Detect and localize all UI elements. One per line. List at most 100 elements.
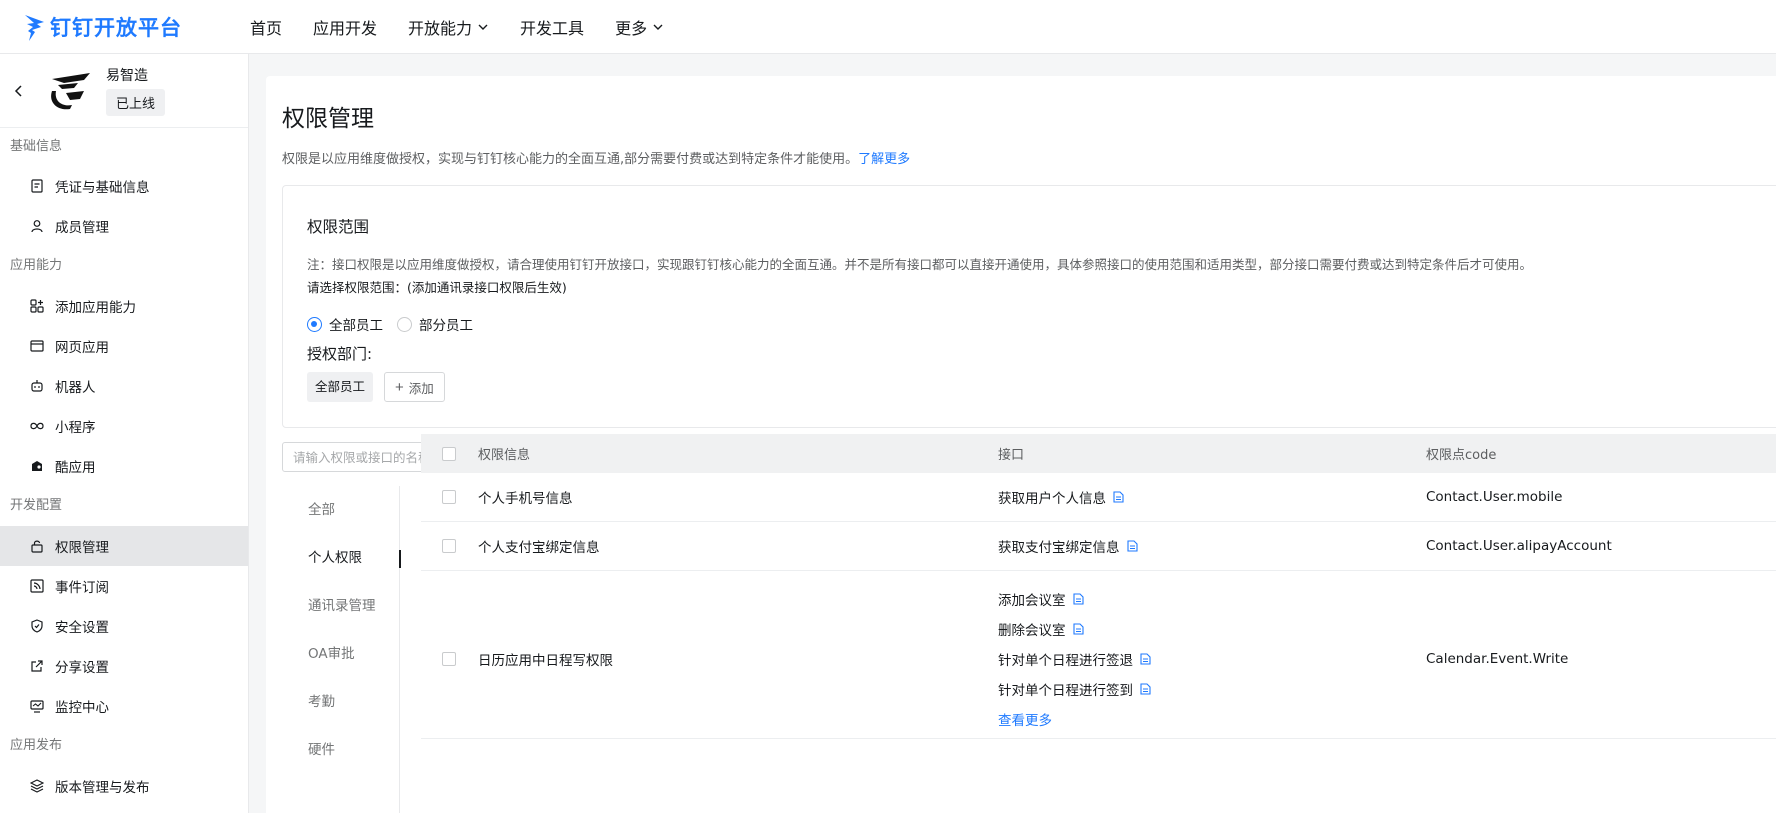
header-checkbox-cell	[421, 446, 477, 461]
api-name: 添加会议室	[998, 592, 1066, 609]
sidebar-item-label: 成员管理	[55, 220, 109, 236]
sidebar-item-label: 权限管理	[55, 540, 109, 556]
sidebar-group-title: 应用发布	[10, 738, 63, 753]
doc-link-icon[interactable]	[1126, 540, 1138, 552]
nav-home-label: 首页	[250, 18, 283, 38]
sidebar-item-label: 机器人	[55, 380, 96, 396]
doc-link-icon[interactable]	[1140, 682, 1151, 695]
radio-label: 部分员工	[419, 318, 473, 334]
nav-open-capability[interactable]: 开放能力	[408, 15, 489, 39]
api-item: 获取用户个人信息	[998, 482, 1426, 512]
main-content: 权限管理 权限是以应用维度做授权，实现与钉钉核心能力的全面互通,部分需要付费或达…	[266, 76, 1776, 813]
chevron-down-icon	[653, 24, 663, 30]
category-hardware[interactable]: 硬件	[282, 726, 399, 774]
dingtalk-logo[interactable]: 钉钉开放平台	[24, 12, 224, 42]
scope-radio-group: 全部员工 部分员工	[307, 314, 487, 334]
sidebar-item-release[interactable]: 版本管理与发布	[0, 766, 248, 806]
row-api-cell: 获取支付宝绑定信息	[998, 531, 1426, 561]
api-item: 删除会议室	[998, 614, 1426, 644]
grid-plus-icon	[30, 299, 44, 313]
category-attendance[interactable]: 考勤	[282, 678, 399, 726]
radio-partial-employees[interactable]: 部分员工	[397, 314, 473, 334]
row-api-cell: 添加会议室 删除会议室 针对单个日程进行签退 针对单个日程进行签到 查看更多	[998, 584, 1426, 734]
app-name: 易智造	[106, 68, 148, 84]
row-info: 个人支付宝绑定信息	[478, 540, 600, 556]
row-code: Calendar.Event.Write	[1426, 650, 1569, 667]
sidebar-group-title: 基础信息	[10, 139, 63, 154]
table-header: 权限信息 接口 权限点code	[421, 434, 1776, 473]
api-name: 删除会议室	[998, 622, 1066, 639]
doc-link-icon[interactable]	[1140, 652, 1151, 665]
sidebar-item-label: 添加应用能力	[55, 300, 136, 316]
category-contacts[interactable]: 通讯录管理	[282, 582, 399, 630]
sidebar-item-permissions[interactable]: 权限管理	[0, 526, 248, 566]
doc-link-icon[interactable]	[1072, 622, 1084, 635]
row-checkbox[interactable]	[442, 651, 456, 666]
learn-more-link[interactable]: 了解更多	[858, 152, 910, 167]
category-oa-approval[interactable]: OA审批	[282, 630, 399, 678]
nav-app-dev[interactable]: 应用开发	[313, 15, 377, 39]
api-item: 获取支付宝绑定信息	[998, 531, 1426, 561]
sidebar-item-miniprogram[interactable]: 小程序	[0, 406, 248, 446]
view-more-link[interactable]: 查看更多	[998, 704, 1426, 734]
row-info: 个人手机号信息	[478, 491, 573, 507]
app-header: 易智造 已上线	[0, 54, 248, 128]
add-dept-button[interactable]: + 添加	[384, 372, 445, 402]
radio-label: 全部员工	[329, 318, 383, 334]
back-arrow-icon[interactable]	[12, 84, 26, 98]
sidebar-item-label: 分享设置	[55, 660, 109, 676]
doc-link-icon[interactable]	[1072, 592, 1084, 605]
sidebar-item-label: 酷应用	[55, 460, 96, 476]
radio-dot	[397, 316, 412, 332]
sidebar-item-monitor[interactable]: 监控中心	[0, 686, 248, 726]
row-info: 日历应用中日程写权限	[478, 652, 613, 669]
sidebar-item-cool-app[interactable]: 酷应用	[0, 446, 248, 486]
doc-link-icon[interactable]	[1113, 491, 1124, 503]
sidebar-item-security[interactable]: 安全设置	[0, 606, 248, 646]
cool-app-icon	[32, 461, 42, 471]
sidebar-item-add-capability[interactable]: 添加应用能力	[0, 286, 248, 326]
nav-menu: 首页 应用开发 开放能力 开发工具 更多	[250, 15, 695, 39]
row-checkbox[interactable]	[442, 490, 456, 504]
user-icon	[31, 220, 43, 233]
sidebar-item-label: 版本管理与发布	[55, 780, 150, 796]
row-api-cell: 获取用户个人信息	[998, 482, 1426, 512]
chevron-down-icon	[478, 24, 488, 30]
api-name: 针对单个日程进行签退	[998, 652, 1133, 669]
api-name: 获取支付宝绑定信息	[998, 540, 1120, 556]
sidebar-item-events[interactable]: 事件订阅	[0, 566, 248, 606]
sidebar-item-credentials[interactable]: 凭证与基础信息	[0, 166, 248, 206]
row-checkbox[interactable]	[442, 539, 456, 553]
nav-dev-tools[interactable]: 开发工具	[520, 15, 584, 39]
sidebar-item-robot[interactable]: 机器人	[0, 366, 248, 406]
sidebar-item-label: 凭证与基础信息	[55, 180, 150, 196]
nav-more-label: 更多	[615, 18, 648, 38]
permission-table: 权限信息 接口 权限点code 个人手机号信息 获取用户个人信息 Contact…	[421, 434, 1776, 739]
api-item: 针对单个日程进行签到	[998, 674, 1426, 704]
sidebar-item-members[interactable]: 成员管理	[0, 206, 248, 246]
infinity-icon	[30, 422, 44, 430]
sidebar-item-label: 事件订阅	[55, 580, 109, 596]
category-all[interactable]: 全部	[282, 486, 399, 534]
sidebar-item-webapp[interactable]: 网页应用	[0, 326, 248, 366]
category-personal[interactable]: 个人权限	[282, 534, 401, 582]
radio-all-employees[interactable]: 全部员工	[307, 314, 383, 334]
table-row: 个人手机号信息 获取用户个人信息 Contact.User.mobile	[421, 473, 1776, 522]
browser-window-icon	[30, 340, 44, 352]
layers-icon	[30, 779, 44, 793]
sidebar-item-label: 网页应用	[55, 340, 109, 356]
sidebar-item-label: 安全设置	[55, 620, 109, 636]
permission-scope-card: 权限范围 注：接口权限是以应用维度做授权，请合理使用钉钉开放接口，实现跟钉钉核心…	[282, 185, 1776, 428]
row-code: Contact.User.alipayAccount	[1426, 538, 1612, 554]
scope-note: 注：接口权限是以应用维度做授权，请合理使用钉钉开放接口，实现跟钉钉核心能力的全面…	[307, 257, 1533, 272]
nav-home[interactable]: 首页	[250, 15, 282, 39]
sidebar-item-share[interactable]: 分享设置	[0, 646, 248, 686]
nav-more[interactable]: 更多	[615, 15, 664, 39]
api-item: 针对单个日程进行签退	[998, 644, 1426, 674]
dingtalk-bird-icon	[25, 14, 44, 41]
header-code: 权限点code	[1426, 448, 1497, 463]
header-api: 接口	[998, 448, 1025, 463]
scope-title: 权限范围	[307, 218, 370, 236]
page-description-text: 权限是以应用维度做授权，实现与钉钉核心能力的全面互通,部分需要付费或达到特定条件…	[282, 152, 859, 167]
select-all-checkbox[interactable]	[442, 446, 456, 461]
